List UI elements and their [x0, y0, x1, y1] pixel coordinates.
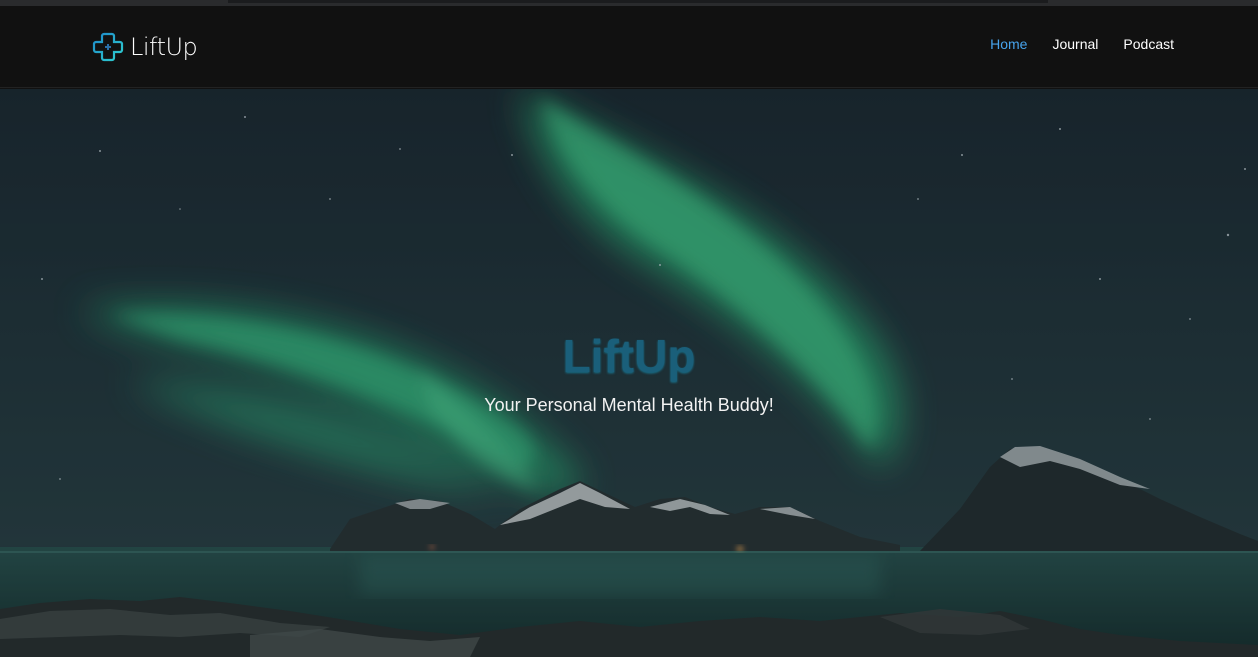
hero-title: LiftUp [562, 330, 696, 382]
brand-logo-link[interactable]: LiftUp [92, 30, 198, 64]
hero-section: LiftUp Your Personal Mental Health Buddy… [0, 89, 1258, 657]
nav-link-journal[interactable]: Journal [1052, 36, 1098, 52]
navbar: LiftUp Home Journal Podcast [0, 6, 1258, 88]
brand-name: LiftUp [130, 33, 198, 61]
nav-link-home[interactable]: Home [990, 36, 1027, 52]
hero-subtitle: Your Personal Mental Health Buddy! [484, 395, 774, 415]
main-nav: Home Journal Podcast [990, 36, 1174, 52]
plus-cross-logo-icon [92, 32, 124, 62]
browser-tab-edge [228, 0, 1048, 3]
nav-link-podcast[interactable]: Podcast [1123, 36, 1174, 52]
